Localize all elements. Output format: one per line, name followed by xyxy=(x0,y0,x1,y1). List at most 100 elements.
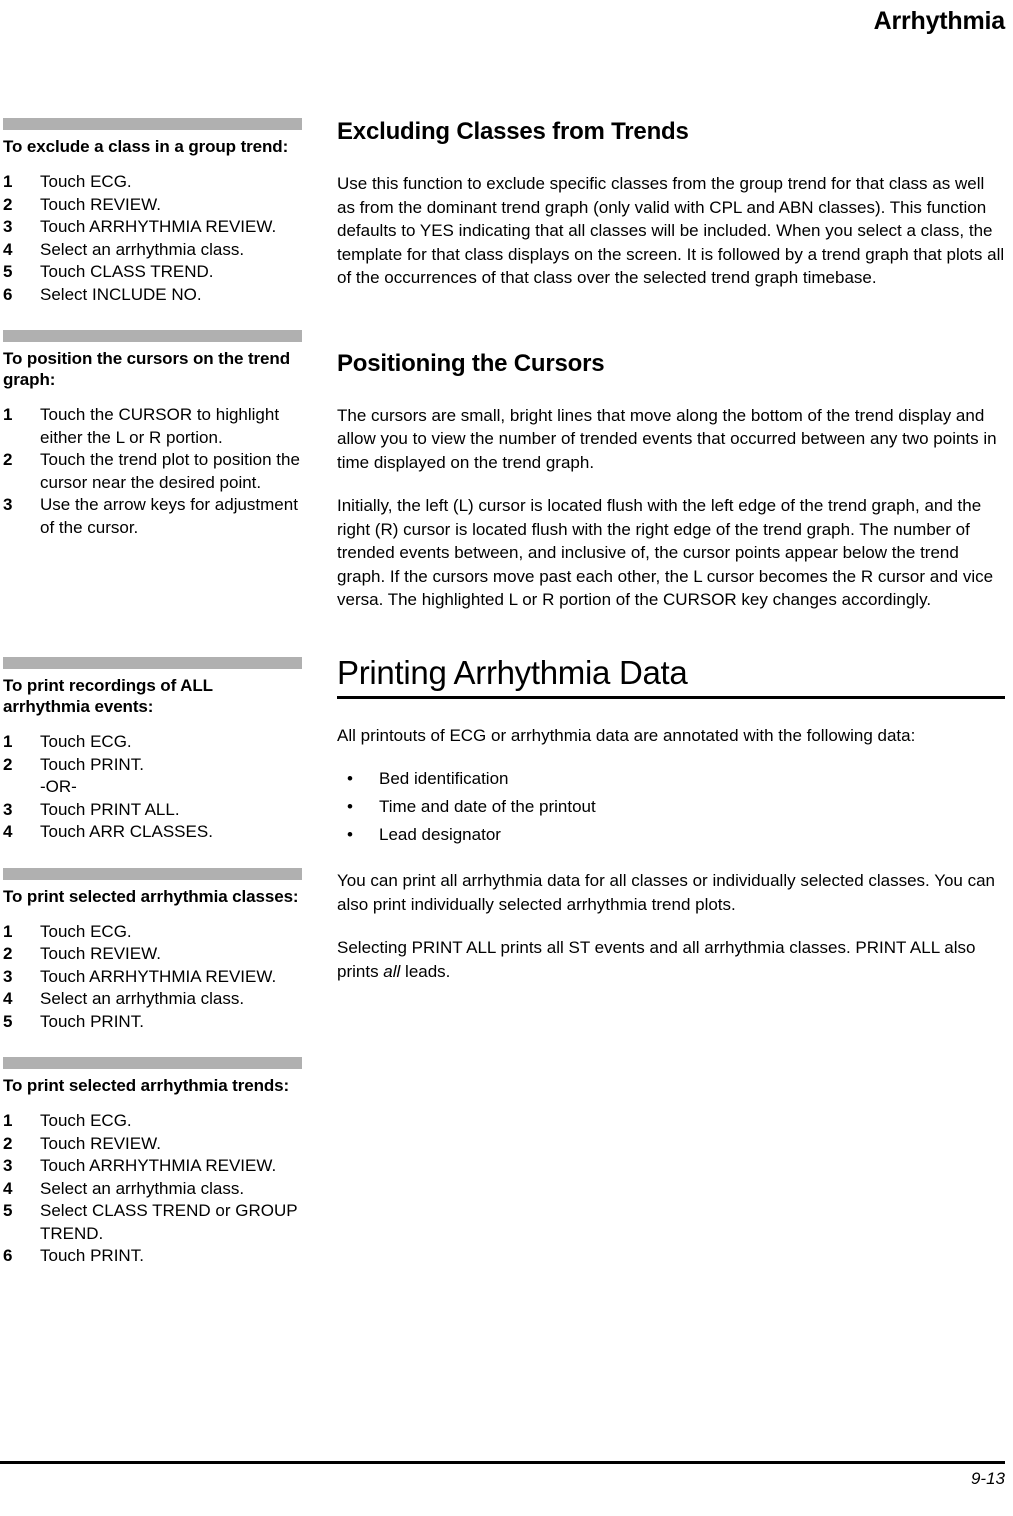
procedure-step: 6 Select INCLUDE NO. xyxy=(3,284,303,307)
step-text: Touch the trend plot to position the cur… xyxy=(40,450,300,492)
section-divider-bar xyxy=(3,867,302,880)
bullet-icon: • xyxy=(347,769,353,788)
step-text: Touch ARRHYTHMIA REVIEW. xyxy=(40,217,277,236)
paragraph-cursors-overview: The cursors are small, bright lines that… xyxy=(337,405,997,472)
section-heading-excluding-classes: Excluding Classes from Trends xyxy=(337,118,689,145)
step-text: Select CLASS TREND or GROUP TREND. xyxy=(40,1201,298,1243)
procedure-title: To exclude a class in a group trend: xyxy=(3,137,289,156)
procedure-step: 1 Touch ECG. xyxy=(3,921,303,944)
print-all-text-part2: leads. xyxy=(400,961,451,981)
procedure-step: 2 Touch REVIEW. xyxy=(3,943,303,966)
procedure-step-list: 1 Touch ECG. 2 Touch REVIEW. 3 Touch ARRHYT… xyxy=(3,171,303,306)
procedure-title: To position the cursors on the trend gra… xyxy=(3,349,290,389)
procedures-column: To exclude a class in a group trend: 1 To… xyxy=(3,118,303,1268)
procedure-step: 3 Use the arrow keys for adjustment of th… xyxy=(3,494,303,539)
procedure-block-exclude-class: To exclude a class in a group trend: 1 To… xyxy=(3,118,303,306)
section-divider-bar xyxy=(3,1057,302,1069)
procedure-step-list: 1 Touch ECG. 2 Touch REVIEW. 3 Touch ARRHYT… xyxy=(3,1110,303,1268)
procedure-step: 2 Touch the trend plot to position the cu… xyxy=(3,449,303,494)
step-text: Use the arrow keys for adjustment of the… xyxy=(40,495,298,537)
procedure-step: 4 Select an arrhythmia class. xyxy=(3,239,303,262)
procedure-step: 1 Touch ECG. xyxy=(3,171,303,194)
procedure-step: 6 Touch PRINT. xyxy=(3,1245,303,1268)
step-text: Touch the CURSOR to highlight either the… xyxy=(40,405,280,447)
procedure-block-print-selected-trends: To print selected arrhythmia trends: 1 To… xyxy=(3,1057,303,1268)
step-number: 4 xyxy=(3,822,13,841)
document-page: Arrhythmia To exclude a class in a group… xyxy=(0,0,1013,1516)
step-number: 2 xyxy=(3,944,13,963)
procedure-step: 2 Touch REVIEW. xyxy=(3,1133,303,1156)
step-number: 3 xyxy=(3,799,13,819)
step-number: 5 xyxy=(3,1011,13,1031)
procedure-step: 3 Touch PRINT ALL. xyxy=(3,799,303,822)
procedure-step-list: 1 Touch the CURSOR to highlight either th… xyxy=(3,404,303,539)
paragraph-cursors-detail: Initially, the left (L) cursor is locate… xyxy=(337,496,994,609)
step-text: Select an arrhythmia class. xyxy=(40,239,245,259)
list-item-label: Bed identification xyxy=(379,769,509,788)
step-number: 5 xyxy=(3,262,13,281)
step-number: 2 xyxy=(3,1133,13,1153)
procedure-step-alternate-note: -OR- xyxy=(3,776,303,799)
step-text: Touch CLASS TREND. xyxy=(40,262,214,281)
step-number: 1 xyxy=(3,405,13,424)
step-number: 3 xyxy=(3,495,13,514)
page-number: 9-13 xyxy=(970,1469,1005,1488)
procedure-block-position-cursors: To position the cursors on the trend gra… xyxy=(3,330,303,539)
step-number: 1 xyxy=(3,172,13,191)
procedure-step: 1 Touch ECG. xyxy=(3,731,303,754)
chapter-heading-printing-arrhythmia-data: Printing Arrhythmia Data xyxy=(337,653,688,691)
step-number: 2 xyxy=(3,450,13,469)
step-text: Select INCLUDE NO. xyxy=(40,284,202,304)
procedure-step-list: 1 Touch ECG. 2 Touch PRINT. -OR- 3 Touch PR… xyxy=(3,731,303,844)
procedure-step: 5 Select CLASS TREND or GROUP TREND. xyxy=(3,1200,303,1245)
step-number: 3 xyxy=(3,1156,13,1175)
step-text: Touch ARRHYTHMIA REVIEW. xyxy=(40,966,277,986)
step-number: 2 xyxy=(3,194,13,214)
running-header-title: Arrhythmia xyxy=(873,7,1006,35)
step-text: Touch REVIEW. xyxy=(40,1133,161,1153)
step-number: 6 xyxy=(3,1246,13,1265)
step-number: 2 xyxy=(3,754,13,774)
procedure-step: 2 Touch PRINT. xyxy=(3,754,303,777)
print-all-emphasis: all xyxy=(383,961,401,981)
procedure-step: 1 Touch the CURSOR to highlight either th… xyxy=(3,404,303,449)
bullet-icon: • xyxy=(347,825,353,844)
step-number: 4 xyxy=(3,239,13,259)
step-text: Touch PRINT. xyxy=(40,1011,144,1031)
step-text: Touch ECG. xyxy=(40,172,132,191)
step-number: 5 xyxy=(3,1201,13,1220)
step-text: Touch PRINT. xyxy=(40,754,144,774)
step-text: Touch ARR CLASSES. xyxy=(40,822,213,841)
procedure-step: 1 Touch ECG. xyxy=(3,1110,303,1133)
bullet-icon: • xyxy=(347,797,353,816)
procedure-step-list: 1 Touch ECG. 2 Touch REVIEW. 3 Touch ARRHYT… xyxy=(3,921,303,1034)
step-text: Touch ECG. xyxy=(40,1111,132,1130)
step-text: -OR- xyxy=(40,777,77,796)
chapter-heading-rule xyxy=(337,695,1005,699)
step-text: Select an arrhythmia class. xyxy=(40,989,245,1008)
step-text: Touch REVIEW. xyxy=(40,194,161,214)
step-number: 3 xyxy=(3,217,13,236)
section-divider-bar xyxy=(3,118,302,130)
step-number: 4 xyxy=(3,989,13,1008)
paragraph-print-all-behavior: Selecting PRINT ALL prints all ST events… xyxy=(337,936,1005,983)
procedure-block-print-all-events: To print recordings of ALL arrhythmia ev… xyxy=(3,657,303,844)
paragraph-printing-options: You can print all arrhythmia data for al… xyxy=(337,871,996,914)
procedure-title: To print selected arrhythmia classes: xyxy=(3,886,299,906)
step-number: 1 xyxy=(3,921,13,941)
step-number: 6 xyxy=(3,284,13,304)
step-text: Touch ECG. xyxy=(40,921,132,941)
main-content-column: Excluding Classes from Trends Use this f… xyxy=(337,118,1005,1003)
section-divider-bar xyxy=(3,657,302,669)
procedure-step: 5 Touch CLASS TREND. xyxy=(3,261,303,284)
step-text: Select an arrhythmia class. xyxy=(40,1178,245,1198)
list-item: • Lead designator xyxy=(337,821,1005,849)
procedure-step: 5 Touch PRINT. xyxy=(3,1011,303,1034)
procedure-step: 2 Touch REVIEW. xyxy=(3,194,303,217)
step-text: Touch REVIEW. xyxy=(40,944,161,963)
step-text: Touch PRINT ALL. xyxy=(40,799,180,819)
step-text: Touch ARRHYTHMIA REVIEW. xyxy=(40,1156,277,1175)
section-heading-positioning-cursors: Positioning the Cursors xyxy=(337,349,605,377)
section-divider-bar xyxy=(3,330,302,342)
paragraph-excluding-classes: Use this function to exclude specific cl… xyxy=(337,174,1005,287)
